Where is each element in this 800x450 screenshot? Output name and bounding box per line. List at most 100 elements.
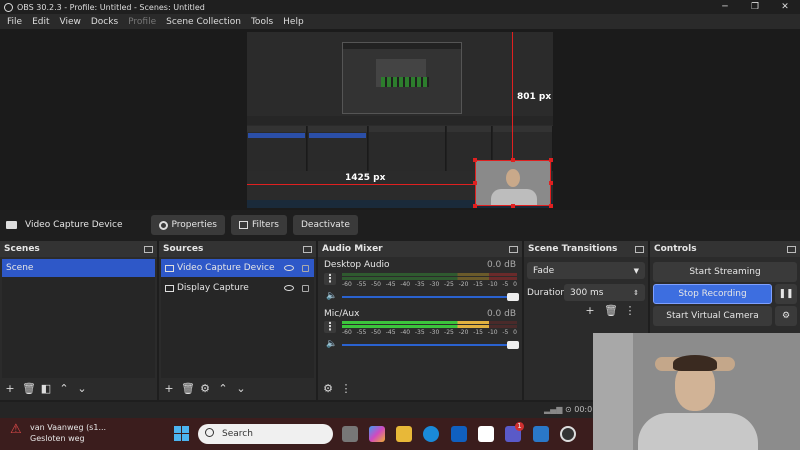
outlook-icon[interactable] <box>451 426 467 442</box>
mixer-menu-icon[interactable]: ⋮ <box>340 383 352 395</box>
resize-handle[interactable] <box>549 181 553 185</box>
menu-file[interactable]: File <box>2 17 27 27</box>
obs-icon[interactable] <box>560 426 576 442</box>
undock-icon[interactable] <box>509 245 518 253</box>
resize-handle[interactable] <box>473 204 477 208</box>
audio-mixer-dock: Audio Mixer Desktop Audio 0.0 dB ⋮ -60 -5… <box>318 241 522 400</box>
audio-channels: Desktop Audio 0.0 dB ⋮ -60 -55 -50 -45 -40 -3… <box>320 259 520 378</box>
title-bar: OBS 30.2.3 - Profile: Untitled - Scenes:… <box>0 0 800 14</box>
close-icon[interactable]: ✕ <box>770 0 800 14</box>
duration-spinbox[interactable]: 300 ms ⇕ <box>564 284 645 301</box>
resize-handle[interactable] <box>549 158 553 162</box>
source-item[interactable]: Video Capture Device <box>161 259 314 277</box>
start-virtual-camera-button[interactable]: Start Virtual Camera <box>653 306 772 326</box>
scenes-title: Scenes <box>4 244 40 254</box>
obs-logo-icon <box>4 2 13 12</box>
advanced-audio-icon[interactable]: ⚙ <box>322 383 334 395</box>
transition-select[interactable]: Fade ▼ <box>527 262 645 279</box>
selected-source-name: Video Capture Device <box>25 220 123 230</box>
edge-icon[interactable] <box>423 426 439 442</box>
db-tick-label: -10 <box>487 329 498 336</box>
resize-handle[interactable] <box>549 204 553 208</box>
pause-icon: ❚❚ <box>778 289 794 299</box>
add-icon[interactable]: + <box>4 383 16 395</box>
file-explorer-icon[interactable] <box>396 426 412 442</box>
menu-edit[interactable]: Edit <box>27 17 54 27</box>
db-tick-label: -15 <box>473 281 484 288</box>
notion-icon[interactable] <box>478 426 494 442</box>
search-icon <box>205 428 214 437</box>
menu-help[interactable]: Help <box>278 17 309 27</box>
undock-icon[interactable] <box>787 245 796 253</box>
db-tick-label: -55 <box>356 329 367 336</box>
gear-icon[interactable]: ⚙ <box>199 383 211 395</box>
maximize-icon[interactable]: ❐ <box>740 0 770 14</box>
width-guide-line <box>247 184 475 185</box>
trash-icon[interactable]: 🗑 <box>181 383 195 395</box>
pause-recording-button[interactable]: ❚❚ <box>775 284 797 304</box>
move-up-icon[interactable]: ⌃ <box>217 383 229 395</box>
height-guide-line <box>512 32 513 160</box>
resize-handle[interactable] <box>473 158 477 162</box>
speaker-icon[interactable]: 🔈 <box>326 291 337 301</box>
transition-menu-icon[interactable]: ⋮ <box>624 305 636 317</box>
vscode-icon[interactable] <box>533 426 549 442</box>
minimize-icon[interactable]: ─ <box>710 0 740 14</box>
task-view-icon[interactable] <box>342 426 358 442</box>
undock-icon[interactable] <box>303 245 312 253</box>
filters-button[interactable]: Filters <box>231 215 287 235</box>
undock-icon[interactable] <box>635 245 644 253</box>
source-item[interactable]: Display Capture <box>161 279 314 297</box>
menu-profile[interactable]: Profile <box>123 17 161 27</box>
volume-knob[interactable] <box>507 293 519 301</box>
notification-badge: 1 <box>515 422 524 431</box>
db-tick-label: 0 <box>513 281 517 288</box>
move-down-icon[interactable]: ⌄ <box>235 383 247 395</box>
menu-view[interactable]: View <box>55 17 86 27</box>
add-icon[interactable]: + <box>163 383 175 395</box>
channel-name: Desktop Audio <box>324 260 390 270</box>
taskbar-search[interactable]: Search <box>198 424 333 444</box>
level-meter <box>342 325 517 328</box>
spin-arrows-icon[interactable]: ⇕ <box>633 289 639 297</box>
scene-item[interactable]: Scene <box>2 259 155 277</box>
resize-handle[interactable] <box>511 204 515 208</box>
visibility-eye-icon[interactable] <box>284 285 294 291</box>
volume-slider[interactable] <box>342 293 519 301</box>
notification-subtitle: Gesloten weg <box>30 434 85 443</box>
trash-icon[interactable]: 🗑 <box>22 383 36 395</box>
volume-slider[interactable] <box>342 341 519 349</box>
move-up-icon[interactable]: ⌃ <box>58 383 70 395</box>
menu-scene-collection[interactable]: Scene Collection <box>161 17 246 27</box>
lock-icon[interactable] <box>302 264 309 272</box>
resize-handle[interactable] <box>511 158 515 162</box>
volume-knob[interactable] <box>507 341 519 349</box>
menu-tools[interactable]: Tools <box>246 17 278 27</box>
lock-icon[interactable] <box>302 284 309 292</box>
speaker-icon[interactable]: 🔈 <box>326 339 337 349</box>
windows-start-icon[interactable] <box>174 426 189 441</box>
selected-source-bounds[interactable] <box>475 160 551 206</box>
properties-button[interactable]: Properties <box>150 215 225 235</box>
deactivate-button[interactable]: Deactivate <box>292 215 358 235</box>
camera-icon <box>165 264 174 272</box>
visibility-eye-icon[interactable] <box>284 265 294 271</box>
level-meter <box>342 321 517 324</box>
start-streaming-button[interactable]: Start Streaming <box>653 262 797 282</box>
db-tick-label: -5 <box>502 329 509 336</box>
menu-docks[interactable]: Docks <box>86 17 123 27</box>
trash-icon[interactable]: 🗑 <box>604 305 618 317</box>
resize-handle[interactable] <box>473 181 477 185</box>
preview-canvas[interactable]: 801 px 1425 px <box>247 32 553 208</box>
channel-menu-icon[interactable]: ⋮ <box>324 273 336 285</box>
virtual-camera-settings-button[interactable]: ⚙ <box>775 306 797 326</box>
copilot-icon[interactable] <box>369 426 385 442</box>
taskbar-notification[interactable]: ⚠ van Vaanweg (s1... Gesloten weg <box>10 422 106 444</box>
move-down-icon[interactable]: ⌄ <box>76 383 88 395</box>
level-meter <box>342 273 517 276</box>
filter-icon[interactable]: ◧ <box>40 383 52 395</box>
undock-icon[interactable] <box>144 245 153 253</box>
stop-recording-button[interactable]: Stop Recording <box>653 284 772 304</box>
add-icon[interactable]: + <box>584 305 596 317</box>
channel-menu-icon[interactable]: ⋮ <box>324 321 336 333</box>
